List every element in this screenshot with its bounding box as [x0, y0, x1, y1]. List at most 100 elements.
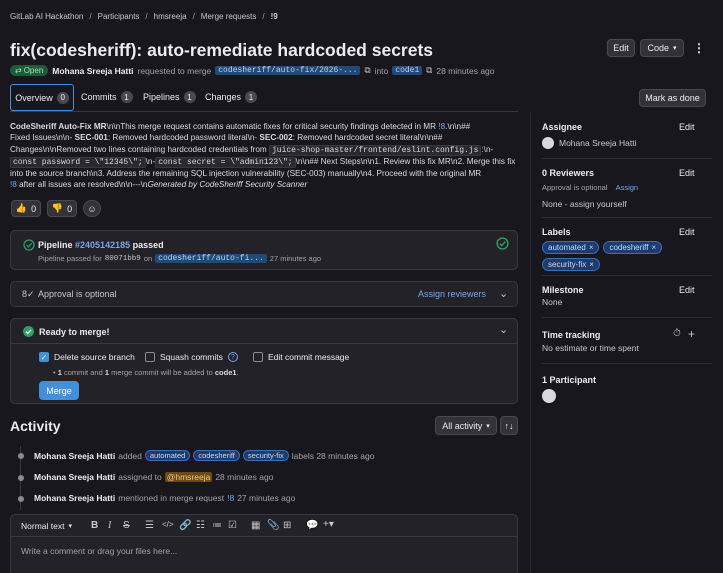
label-chip[interactable]: security-fix: [242, 450, 289, 461]
label-chip[interactable]: security-fix ×: [542, 258, 600, 271]
edit-message-checkbox[interactable]: [253, 352, 263, 362]
assignee-edit-link[interactable]: Edit: [679, 122, 695, 132]
tab-count-badge: 0: [56, 91, 69, 104]
squash-commits-option[interactable]: Squash commits ?: [145, 352, 238, 362]
tab-count-badge: 1: [120, 91, 133, 103]
tab-count-badge: 1: [245, 91, 258, 103]
comment-placeholder[interactable]: Write a comment or drag your files here.…: [21, 546, 177, 556]
breadcrumb-item[interactable]: Participants: [98, 12, 140, 21]
activity-author[interactable]: Mohana Sreeja Hatti: [34, 472, 115, 482]
tab-commits[interactable]: Commits 1: [81, 91, 133, 103]
breadcrumb-item[interactable]: !9: [271, 12, 278, 21]
copy-icon[interactable]: ⧉: [364, 65, 370, 76]
participant-avatar[interactable]: [542, 389, 556, 403]
text-format-dropdown[interactable]: Normal text ▾: [21, 521, 72, 531]
merge-widget-divider: [11, 343, 517, 344]
blockquote-icon[interactable]: ☰: [145, 520, 154, 531]
info-text: .: [236, 368, 239, 377]
mr-link[interactable]: !8: [10, 180, 17, 189]
thumbs-up-button[interactable]: 👍 0: [11, 200, 41, 217]
mr-link[interactable]: !8: [227, 493, 234, 503]
user-mention[interactable]: @hmsreeja: [164, 472, 213, 482]
reviewers-none[interactable]: None - assign yourself: [542, 199, 627, 209]
milestone-edit-link[interactable]: Edit: [679, 285, 695, 295]
description-text: : Removed hardcoded secret literal\n\n##: [292, 133, 443, 143]
assign-reviewers-link[interactable]: Assign reviewers: [418, 289, 486, 299]
edit-commit-message-option[interactable]: Edit commit message: [253, 352, 349, 362]
status-label: Open: [23, 66, 44, 75]
help-icon[interactable]: ?: [227, 352, 238, 362]
label-chip[interactable]: codesheriff: [193, 450, 240, 461]
activity-filter-dropdown[interactable]: All activity ▾: [435, 416, 497, 435]
stopwatch-icon[interactable]: ⏱: [673, 328, 681, 339]
code-icon[interactable]: </>: [162, 520, 174, 529]
source-branch[interactable]: codesheriff/auto-fix/2026-...: [215, 66, 361, 75]
approval-text: Approval is optional: [38, 289, 117, 299]
close-icon[interactable]: ×: [651, 243, 656, 252]
description-text: after all issues are resolved\n\n---\n: [16, 180, 148, 190]
activity-author[interactable]: Mohana Sreeja Hatti: [34, 493, 115, 503]
tab-changes[interactable]: Changes 1: [205, 91, 258, 103]
delete-branch-checkbox[interactable]: ✓: [39, 352, 49, 362]
breadcrumb-item[interactable]: hmsreeja: [154, 12, 187, 21]
chevron-down-icon[interactable]: ⌄: [499, 323, 508, 336]
code-button-label: Code: [647, 43, 669, 53]
tab-pipelines[interactable]: Pipelines 1: [143, 91, 196, 103]
description-line: const password = \"12345\"; \n-const secr…: [10, 156, 526, 168]
pipeline-branch[interactable]: codesheriff/auto-fi...: [155, 254, 267, 263]
italic-icon[interactable]: I: [108, 520, 111, 531]
requested-text: requested to merge: [137, 65, 212, 76]
bold-icon[interactable]: B: [91, 520, 98, 531]
description-line: !8 after all issues are resolved\n\n---\…: [10, 179, 526, 190]
numbered-list-icon[interactable]: ≔: [212, 520, 222, 531]
comment-template-icon[interactable]: 💬: [306, 520, 318, 531]
table-icon[interactable]: ▦: [251, 520, 260, 531]
chevron-down-icon[interactable]: ⌄: [499, 287, 508, 300]
chevron-down-icon: ▾: [68, 523, 72, 530]
description-bold: CodeSheriff Auto-Fix MR: [10, 122, 107, 131]
assignee-row[interactable]: Mohana Sreeja Hatti: [542, 137, 637, 149]
more-actions-icon[interactable]: ⋮: [693, 41, 705, 55]
copy-icon[interactable]: ⧉: [426, 65, 432, 76]
bullet-list-icon[interactable]: ☷: [196, 520, 205, 531]
insert-icon[interactable]: ⊞: [283, 520, 291, 531]
author-name[interactable]: Mohana Sreeja Hatti: [52, 66, 133, 76]
description-text: Fixed Issues\n\n-: [10, 133, 75, 143]
edit-button[interactable]: Edit: [607, 39, 635, 57]
description-line: Fixed Issues\n\n- SEC-001: Removed hardc…: [10, 132, 526, 143]
add-reaction-button[interactable]: ☺: [83, 200, 101, 217]
sort-direction-button[interactable]: ↑↓: [500, 416, 518, 435]
activity-author[interactable]: Mohana Sreeja Hatti: [34, 451, 115, 461]
attachment-icon[interactable]: 📎: [267, 520, 279, 531]
breadcrumb-item[interactable]: Merge requests: [201, 12, 257, 21]
label-chip[interactable]: automated: [144, 450, 191, 461]
code-dropdown-button[interactable]: Code ▾: [640, 39, 684, 57]
pipeline-stage-passed-icon[interactable]: [496, 237, 509, 250]
tab-overview[interactable]: Overview 0: [10, 84, 74, 111]
reviewers-edit-link[interactable]: Edit: [679, 168, 695, 178]
target-branch[interactable]: code1: [392, 66, 423, 75]
thumbs-down-button[interactable]: 👎 0: [47, 200, 77, 217]
labels-edit-link[interactable]: Edit: [679, 227, 695, 237]
tab-label: Overview: [15, 92, 53, 103]
breadcrumb-item[interactable]: GitLab AI Hackathon: [10, 12, 83, 21]
squash-checkbox[interactable]: [145, 352, 155, 362]
label-chip[interactable]: codesheriff ×: [603, 241, 663, 254]
commit-sha[interactable]: 80071bb9: [105, 255, 141, 263]
task-list-icon[interactable]: ☑: [228, 520, 237, 531]
close-icon[interactable]: ×: [589, 243, 594, 252]
tab-label: Commits: [81, 92, 117, 102]
mark-as-done-button[interactable]: Mark as done: [639, 89, 706, 107]
close-icon[interactable]: ×: [589, 260, 594, 269]
label-chip[interactable]: automated ×: [542, 241, 600, 254]
strikethrough-icon[interactable]: S: [123, 520, 130, 531]
delete-source-branch-option[interactable]: ✓ Delete source branch: [39, 352, 135, 362]
add-icon[interactable]: +: [688, 327, 695, 341]
more-insert-icon[interactable]: +▾: [323, 519, 334, 530]
breadcrumb-separator: /: [89, 12, 92, 21]
assign-reviewer-link[interactable]: Assign: [616, 183, 639, 192]
pipeline-passed-icon[interactable]: [23, 239, 35, 251]
link-icon[interactable]: 🔗: [179, 520, 191, 531]
pipeline-link[interactable]: #2405142185: [75, 240, 130, 250]
merge-button[interactable]: Merge: [39, 381, 79, 400]
